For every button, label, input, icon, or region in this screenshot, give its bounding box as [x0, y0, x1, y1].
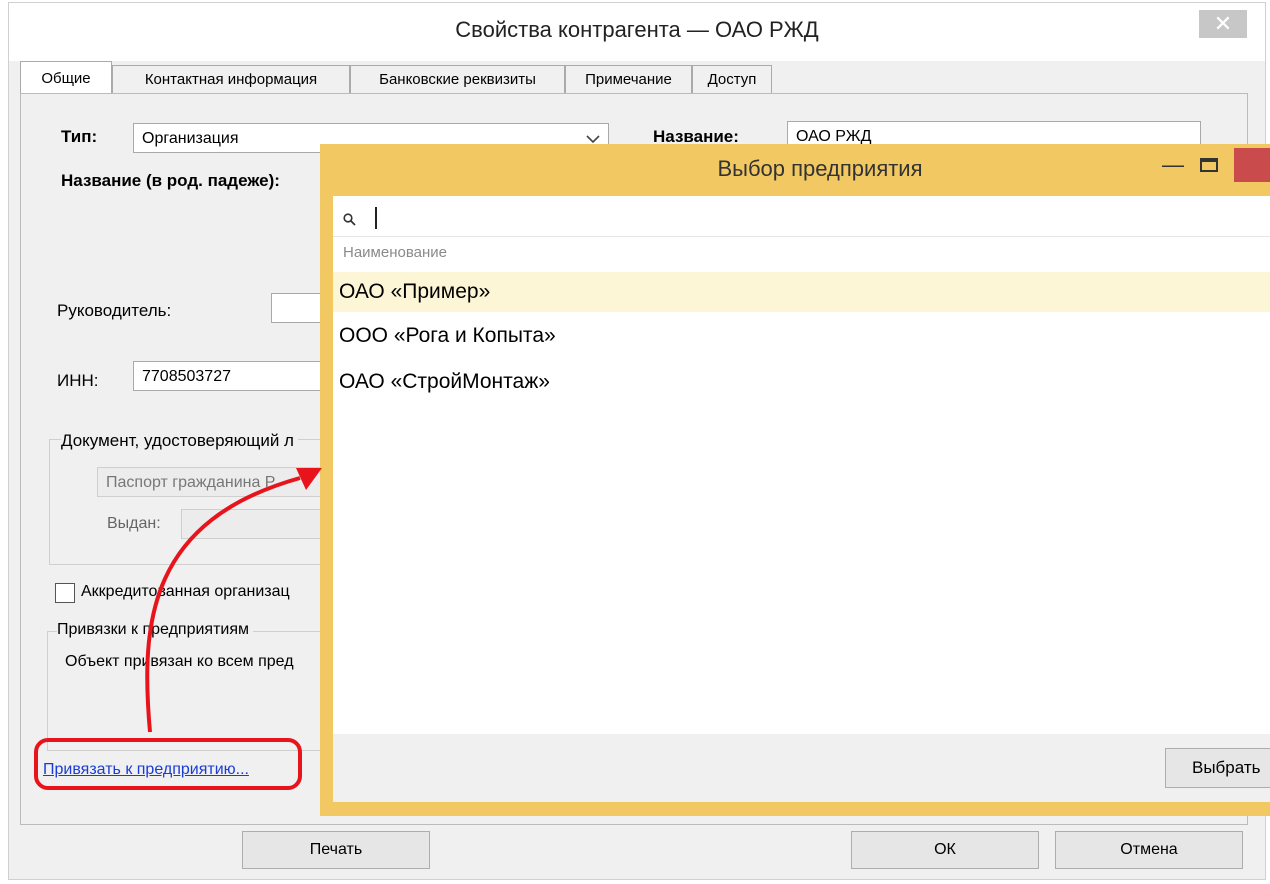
- annotation-highlight: [34, 738, 302, 790]
- annotation-overlay: [34, 468, 322, 790]
- annotation-arrow: [145, 476, 301, 733]
